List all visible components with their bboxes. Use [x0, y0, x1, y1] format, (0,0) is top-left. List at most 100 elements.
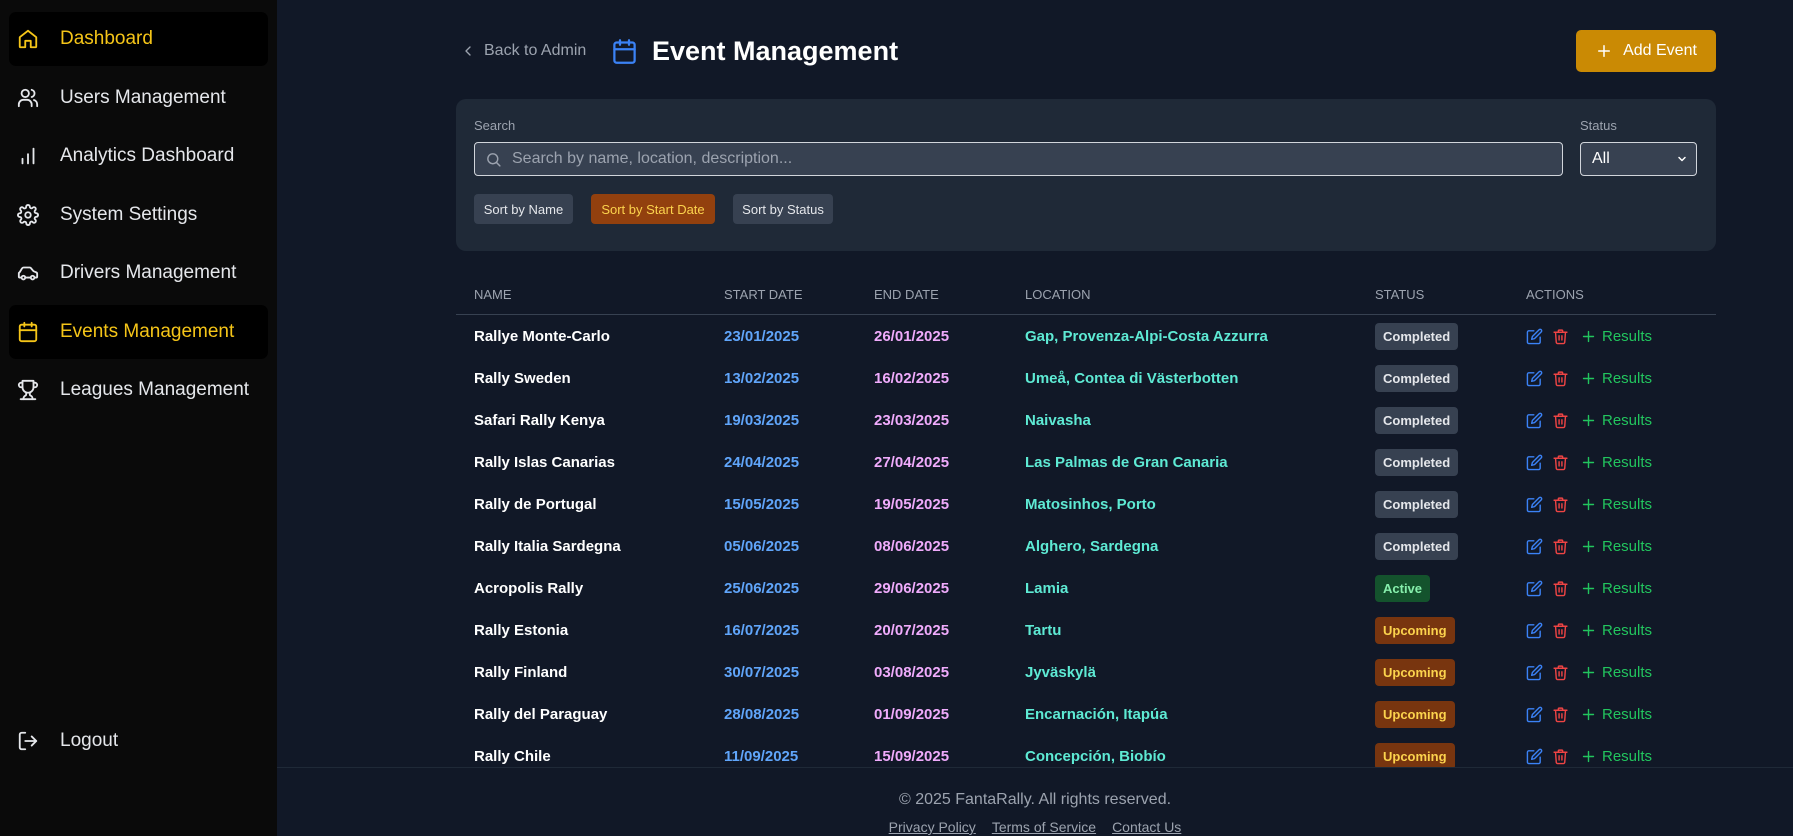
delete-icon[interactable] [1552, 622, 1569, 639]
sidebar-item-label: Events Management [60, 320, 235, 342]
back-link[interactable]: Back to Admin [460, 42, 586, 60]
edit-icon[interactable] [1526, 538, 1543, 555]
logout-button[interactable]: Logout [9, 714, 268, 768]
edit-icon[interactable] [1526, 412, 1543, 429]
sidebar-item-analytics[interactable]: Analytics Dashboard [9, 129, 268, 183]
chevron-down-icon [1678, 156, 1686, 162]
delete-icon[interactable] [1552, 580, 1569, 597]
delete-icon[interactable] [1552, 454, 1569, 471]
delete-icon[interactable] [1552, 412, 1569, 429]
terms-of-service-link[interactable]: Terms of Service [992, 819, 1096, 835]
results-label: Results [1602, 537, 1653, 555]
actions-cell: Results [1526, 525, 1652, 567]
delete-icon[interactable] [1552, 538, 1569, 555]
contact-us-link[interactable]: Contact Us [1112, 819, 1181, 835]
sidebar-item-label: Analytics Dashboard [60, 145, 235, 166]
table-row: Rally Islas Canarias 24/04/2025 27/04/2025… [456, 441, 1716, 483]
sort-by-start-date-button[interactable]: Sort by Start Date [591, 194, 715, 224]
edit-icon[interactable] [1526, 580, 1543, 597]
event-name: Rally Estonia [474, 621, 569, 639]
event-name: Rallye Monte-Carlo [474, 327, 610, 345]
edit-icon[interactable] [1526, 454, 1543, 471]
event-location: Encarnación, Itapúa [1025, 705, 1168, 723]
plus-icon [1580, 706, 1602, 723]
page-header: Back to Admin Event Management Add Event [277, 0, 1793, 100]
plus-icon [1598, 45, 1611, 57]
results-button[interactable]: Results [1580, 538, 1652, 555]
results-button[interactable]: Results [1580, 412, 1652, 429]
edit-icon[interactable] [1526, 622, 1543, 639]
edit-icon[interactable] [1526, 496, 1543, 513]
results-label: Results [1602, 411, 1653, 429]
sidebar-item-users[interactable]: Users Management [9, 71, 268, 125]
event-location: Umeå, Contea di Västerbotten [1025, 369, 1239, 387]
search-input[interactable] [512, 150, 1542, 168]
table-header: NAME START DATE END DATE LOCATION STATUS… [456, 287, 1716, 315]
event-end-date: 20/07/2025 [874, 621, 950, 639]
edit-icon[interactable] [1526, 748, 1543, 765]
delete-icon[interactable] [1552, 328, 1569, 345]
event-start-date: 16/07/2025 [724, 621, 800, 639]
status-badge: Completed [1375, 448, 1459, 476]
results-button[interactable]: Results [1580, 496, 1652, 513]
sort-by-status-button[interactable]: Sort by Status [733, 194, 833, 224]
sidebar-item-settings[interactable]: System Settings [9, 188, 268, 242]
delete-icon[interactable] [1552, 664, 1569, 681]
delete-icon[interactable] [1552, 706, 1569, 723]
edit-icon[interactable] [1526, 370, 1543, 387]
delete-icon[interactable] [1552, 496, 1569, 513]
event-location: Matosinhos, Porto [1025, 495, 1156, 513]
event-start-date: 15/05/2025 [724, 495, 800, 513]
table-row: Rally de Portugal 15/05/2025 19/05/2025 Mat… [456, 483, 1716, 525]
event-start-date: 30/07/2025 [724, 663, 800, 681]
event-name: Rally de Portugal [474, 495, 597, 513]
results-button[interactable]: Results [1580, 664, 1652, 681]
trophy-icon [16, 378, 40, 402]
results-button[interactable]: Results [1580, 748, 1652, 765]
sidebar-item-drivers[interactable]: Drivers Management [9, 246, 268, 300]
table-row: Safari Rally Kenya 19/03/2025 23/03/2025 Na… [456, 399, 1716, 441]
status-cell: Upcoming [1375, 651, 1455, 693]
sort-by-name-button[interactable]: Sort by Name [474, 194, 573, 224]
sidebar-item-dashboard[interactable]: Dashboard [9, 12, 268, 66]
plus-icon [1580, 412, 1602, 429]
event-end-date: 23/03/2025 [874, 411, 950, 429]
sidebar-item-events[interactable]: Events Management [9, 304, 268, 359]
actions-cell: Results [1526, 441, 1652, 483]
results-button[interactable]: Results [1580, 580, 1652, 597]
add-event-button[interactable]: Add Event [1576, 30, 1716, 72]
event-end-date: 29/06/2025 [874, 579, 950, 597]
privacy-policy-link[interactable]: Privacy Policy [889, 819, 976, 835]
edit-icon[interactable] [1526, 328, 1543, 345]
event-end-date: 03/08/2025 [874, 663, 950, 681]
event-location: Lamia [1025, 579, 1069, 597]
plus-icon [1580, 580, 1602, 597]
results-button[interactable]: Results [1580, 622, 1652, 639]
event-name: Safari Rally Kenya [474, 411, 605, 429]
sidebar-item-label: Drivers Management [60, 262, 237, 283]
event-location: Tartu [1025, 621, 1062, 639]
edit-icon[interactable] [1526, 664, 1543, 681]
results-button[interactable]: Results [1580, 454, 1652, 471]
actions-cell: Results [1526, 651, 1652, 693]
edit-icon[interactable] [1526, 706, 1543, 723]
table-body: Rallye Monte-Carlo 23/01/2025 26/01/2025 Ga… [456, 315, 1716, 777]
plus-icon [1580, 370, 1602, 387]
status-badge: Completed [1375, 490, 1459, 518]
sidebar-item-leagues[interactable]: Leagues Management [9, 363, 268, 417]
column-header-start-date: START DATE [724, 287, 803, 302]
event-location: Jyväskylä [1025, 663, 1096, 681]
status-select[interactable]: All [1580, 142, 1697, 176]
results-button[interactable]: Results [1580, 328, 1652, 345]
results-label: Results [1602, 453, 1653, 471]
event-location: Gap, Provenza-Alpi-Costa Azzurra [1025, 327, 1268, 345]
delete-icon[interactable] [1552, 748, 1569, 765]
status-badge: Completed [1375, 532, 1459, 560]
table-row: Rallye Monte-Carlo 23/01/2025 26/01/2025 Ga… [456, 315, 1716, 357]
delete-icon[interactable] [1552, 370, 1569, 387]
event-end-date: 08/06/2025 [874, 537, 950, 555]
results-button[interactable]: Results [1580, 370, 1652, 387]
status-badge: Upcoming [1375, 616, 1455, 644]
event-start-date: 19/03/2025 [724, 411, 800, 429]
results-button[interactable]: Results [1580, 706, 1652, 723]
